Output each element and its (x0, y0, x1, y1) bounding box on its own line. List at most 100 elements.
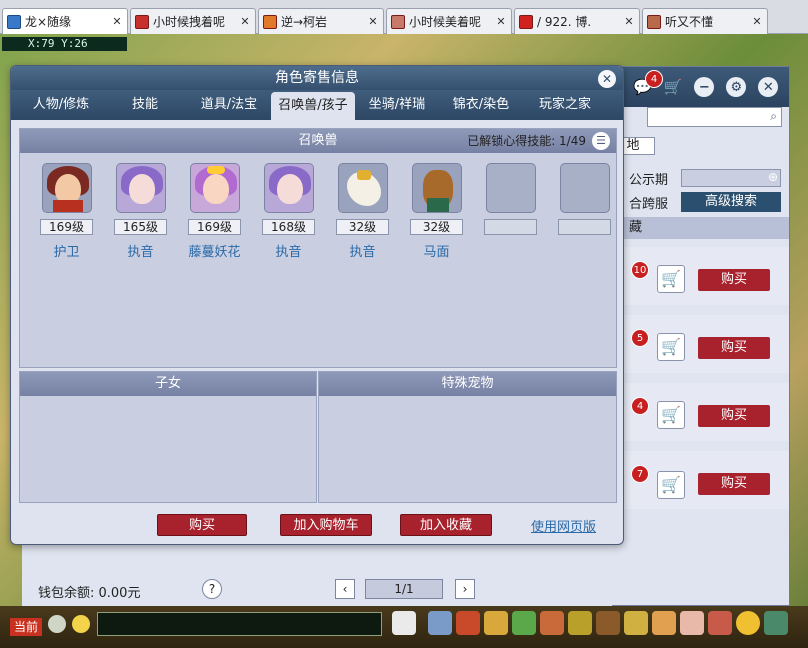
plus-icon[interactable]: ⊕ (768, 170, 778, 184)
pet-portrait (115, 163, 166, 213)
close-icon[interactable]: ✕ (111, 15, 123, 28)
count-badge: 10 (631, 261, 649, 279)
advanced-search-button[interactable]: 高级搜索 (681, 192, 781, 212)
close-icon[interactable]: ✕ (758, 77, 779, 97)
search-input[interactable]: ⌕ (647, 107, 782, 127)
search-icon[interactable]: ⌕ (770, 109, 777, 124)
window-tab-1[interactable]: 龙×随缘 ✕ (2, 8, 128, 34)
tab-label: 听又不懂 (665, 15, 714, 29)
pet-slot[interactable]: 32级 执音 (336, 163, 389, 260)
cart-icon[interactable]: 🛒 (657, 333, 685, 361)
pet-portrait (41, 163, 92, 213)
team-icon[interactable] (512, 611, 536, 635)
skill-icon[interactable] (484, 611, 508, 635)
count-badge: 4 (631, 397, 649, 415)
buy-button[interactable]: 购买 (698, 269, 770, 291)
summon-section: 召唤兽 已解锁心得技能: 1/49 ☰ 169级 护卫 165级 执音 169级… (19, 128, 617, 368)
window-tab-3[interactable]: 逆→柯岩 ✕ (258, 8, 384, 34)
tab-label: 小时候美着呢 (409, 15, 482, 29)
friends-icon[interactable] (708, 611, 732, 635)
section-title: 召唤兽 (298, 133, 338, 148)
system-icon[interactable] (764, 611, 788, 635)
task-icon[interactable] (540, 611, 564, 635)
microphone-icon[interactable] (48, 615, 66, 633)
summon-section-header: 召唤兽 已解锁心得技能: 1/49 ☰ (20, 129, 616, 153)
window-tab-4[interactable]: 小时候美着呢 ✕ (386, 8, 512, 34)
list-icon[interactable]: ☰ (592, 132, 610, 150)
role-consignment-dialog: 角色寄售信息 ✕ 人物/修炼 技能 道具/法宝 召唤兽/孩子 坐骑/祥瑞 锦衣/… (10, 65, 624, 545)
tab-mounts[interactable]: 坐骑/祥瑞 (355, 90, 439, 120)
emoji-icon[interactable] (72, 615, 90, 633)
cart-icon[interactable]: 🛒 (657, 471, 685, 499)
public-period-field[interactable]: ⊕ (681, 169, 781, 187)
coordinate-readout: X:79 Y:26 (2, 37, 127, 51)
close-icon[interactable]: ✕ (367, 15, 379, 28)
web-version-link[interactable]: 使用网页版 (531, 516, 596, 535)
mail-icon[interactable]: 💬 4 (633, 70, 663, 96)
pet-name: 执音 (127, 245, 154, 260)
pet-portrait (263, 163, 314, 213)
page-indicator: 1/1 (365, 579, 443, 599)
trade-side-panel: 💬 4 🛒 − ⚙ ✕ ⌕ 地 公示期 ⊕ 合跨服 高级搜索 藏 10 🛒 购买… (610, 66, 790, 606)
pet-slot[interactable]: 165级 执音 (114, 163, 167, 260)
close-icon[interactable]: ✕ (598, 70, 616, 88)
pet-name: 马面 (423, 245, 450, 260)
pet-name: 护卫 (53, 245, 80, 260)
pet-level: 165级 (114, 219, 167, 235)
cart-icon[interactable]: 🛒 (664, 78, 683, 96)
prev-page-button[interactable]: ‹ (335, 579, 355, 599)
gift-icon[interactable] (652, 611, 676, 635)
pet-slot[interactable]: 169级 藤蔓妖花 (188, 163, 241, 260)
sword-icon[interactable] (428, 611, 452, 635)
tab-summons[interactable]: 召唤兽/孩子 (271, 92, 355, 120)
tab-character[interactable]: 人物/修炼 (19, 90, 103, 120)
window-tab-bar: 龙×随缘 ✕ 小时候拽着呢 ✕ 逆→柯岩 ✕ 小时候美着呢 ✕ / 922. 博… (0, 0, 808, 34)
pet-level: 32级 (336, 219, 389, 235)
smiley-icon[interactable] (736, 611, 760, 635)
cart-icon[interactable]: 🛒 (657, 401, 685, 429)
children-section: 子女 (19, 371, 317, 503)
pet-level: 32级 (410, 219, 463, 235)
buy-button[interactable]: 购买 (698, 405, 770, 427)
pet-slot-empty (484, 163, 537, 260)
pet-slot[interactable]: 32级 马面 (410, 163, 463, 260)
guild-icon[interactable] (568, 611, 592, 635)
next-page-button[interactable]: › (455, 579, 475, 599)
count-badge: 7 (631, 465, 649, 483)
chat-channel-label[interactable]: 当前 (10, 618, 42, 636)
pet-level (558, 219, 611, 235)
pet-level: 169级 (188, 219, 241, 235)
tab-player-home[interactable]: 玩家之家 (523, 90, 607, 120)
pet-slot[interactable]: 169级 护卫 (40, 163, 93, 260)
add-to-cart-button[interactable]: 加入购物车 (280, 514, 372, 536)
chat-input[interactable] (97, 612, 382, 636)
close-icon[interactable]: ✕ (239, 15, 251, 28)
buy-button[interactable]: 购买 (157, 514, 247, 536)
pet-slot[interactable]: 168级 执音 (262, 163, 315, 260)
tab-items[interactable]: 道具/法宝 (187, 90, 271, 120)
buy-button[interactable]: 购买 (698, 473, 770, 495)
close-icon[interactable]: ✕ (495, 15, 507, 28)
tab-outfits[interactable]: 锦衣/染色 (439, 90, 523, 120)
peach-icon[interactable] (680, 611, 704, 635)
pet-portrait (337, 163, 388, 213)
tab-skills[interactable]: 技能 (103, 90, 187, 120)
pet-avatar-icon[interactable] (392, 611, 416, 635)
gear-icon[interactable]: ⚙ (726, 77, 747, 97)
window-tab-6[interactable]: 听又不懂 ✕ (642, 8, 768, 34)
add-to-favorites-button[interactable]: 加入收藏 (400, 514, 492, 536)
tab-label: 小时候拽着呢 (153, 15, 226, 29)
bell-icon[interactable] (624, 611, 648, 635)
window-tab-5[interactable]: / 922. 博. ✕ (514, 8, 640, 34)
buy-button[interactable]: 购买 (698, 337, 770, 359)
close-icon[interactable]: ✕ (751, 15, 763, 28)
app-icon (519, 14, 533, 29)
window-tab-2[interactable]: 小时候拽着呢 ✕ (130, 8, 256, 34)
help-button[interactable]: ? (202, 579, 222, 599)
minimize-icon[interactable]: − (694, 77, 715, 97)
close-icon[interactable]: ✕ (623, 15, 635, 28)
scroll-icon[interactable] (596, 611, 620, 635)
bag-icon[interactable] (456, 611, 480, 635)
cart-icon[interactable]: 🛒 (657, 265, 685, 293)
children-section-header: 子女 (20, 372, 316, 396)
